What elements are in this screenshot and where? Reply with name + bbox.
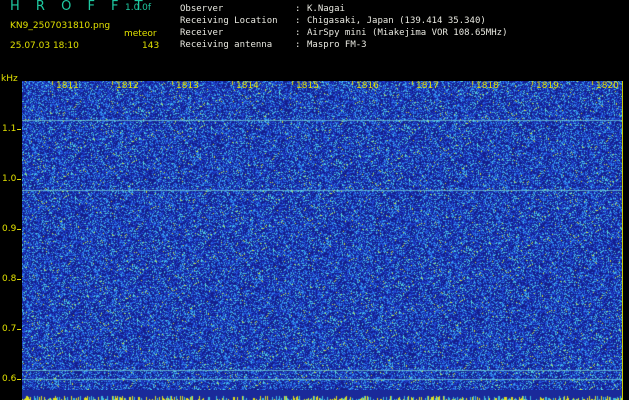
x-tick-label: 1816 [356,81,379,91]
x-tick-label: 1813 [176,81,199,91]
x-tick-label: 1819 [536,81,559,91]
info-value: Chigasaki, Japan (139.414 35.340) [307,16,486,26]
info-value: Maspro FM-3 [307,40,367,50]
info-value: AirSpy mini (Miakejima VOR 108.65MHz) [307,28,508,38]
count-label: 143 [142,41,160,51]
spectrogram-canvas [22,81,622,391]
info-sep: : [295,16,301,26]
y-tick-label: 0.7 [2,324,17,334]
y-tick-mark [17,279,21,280]
x-tick-label: 1820 [596,81,619,91]
info-key: Receiver [180,28,224,38]
y-tick-label: 0.8 [2,274,17,284]
info-key: Receiving Location [180,16,278,26]
info-key: Receiving antenna [180,40,273,50]
x-tick-label: 1818 [476,81,499,91]
y-tick-mark [17,379,21,380]
y-tick-mark [17,229,21,230]
signal-strip-canvas [22,395,622,400]
info-row-receiver: Receiver: AirSpy mini (Miakejima VOR 108.… [180,27,507,39]
y-tick-mark [17,179,21,180]
version-label: 1.0.0f [125,3,152,13]
filename-label: KN9_2507031810.png [10,21,111,31]
plot-frame-right [622,81,623,400]
info-sep: : [295,28,301,38]
x-tick-label: 1811 [56,81,79,91]
y-tick-label: 0.6 [2,374,17,384]
spectrogram-plot [22,81,622,391]
info-key: Observer [180,4,224,14]
info-row-antenna: Receiving antenna: Maspro FM-3 [180,39,507,51]
x-tick-label: 1812 [116,81,139,91]
info-row-observer: Observer: K.Nagai [180,3,507,15]
signal-strip [22,390,622,400]
y-tick-label: 0.9 [2,224,17,234]
x-tick-label: 1815 [296,81,319,91]
y-tick-label: 1.0 [2,174,17,184]
y-tick-mark [17,329,21,330]
y-tick-label: 1.1 [2,124,17,134]
station-info: Observer: K.Nagai Receiving Location: Chig… [180,3,507,51]
info-sep: : [295,4,301,14]
x-tick-label: 1814 [236,81,259,91]
y-tick-mark [17,129,21,130]
info-value: K.Nagai [307,4,345,14]
info-sep: : [295,40,301,50]
info-row-location: Receiving Location: Chigasaki, Japan (139… [180,15,507,27]
y-axis-unit: kHz [1,74,18,84]
mode-label: meteor [124,29,157,39]
datetime-label: 25.07.03 18:10 [10,41,79,51]
x-tick-label: 1817 [416,81,439,91]
